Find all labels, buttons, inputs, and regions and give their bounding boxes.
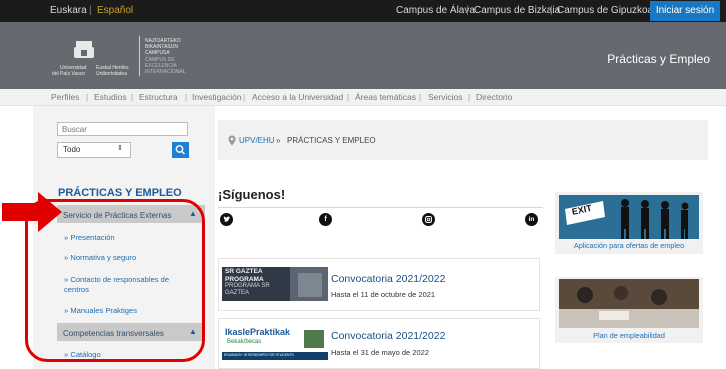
campus-text-6: INTERNACIONAL — [145, 69, 186, 75]
nav-separator: | — [185, 92, 188, 102]
nav-separator: | — [243, 92, 246, 102]
twitter-icon[interactable] — [220, 213, 233, 226]
nav-item-perfiles[interactable]: Perfiles — [51, 92, 79, 103]
breadcrumb-separator: » — [276, 136, 281, 145]
logo-divider — [139, 36, 140, 76]
select-arrows-icon: ⇕ — [117, 145, 123, 152]
follow-divider — [218, 207, 543, 208]
banner-text: GAZTEA — [225, 290, 250, 296]
banner-text: PROGRAMA SR — [225, 283, 270, 289]
university-emblem-icon[interactable] — [73, 38, 95, 62]
sidebar-title: PRÁCTICAS Y EMPLEO — [58, 187, 182, 199]
nav-separator: | — [419, 92, 422, 102]
search-icon — [175, 145, 186, 155]
news-title[interactable]: Convocatoria 2021/2022 — [331, 330, 445, 342]
nav-item-servicios[interactable]: Servicios — [428, 92, 462, 103]
news-date: Hasta el 31 de mayo de 2022 — [331, 348, 429, 357]
breadcrumb-current: PRÁCTICAS Y EMPLEO — [287, 136, 376, 145]
red-highlight-outline — [25, 199, 205, 362]
nav-item-areas-tematicas[interactable]: Áreas temáticas — [355, 92, 416, 103]
breadcrumb-link-upvehu[interactable]: UPV/EHU — [239, 136, 275, 145]
logo-text-mid-2: Unibertsitatea — [96, 71, 127, 77]
nav-item-directorio[interactable]: Directorio — [476, 92, 512, 103]
exit-job-offers-image[interactable] — [559, 195, 699, 239]
language-separator: | — [89, 5, 92, 16]
nav-item-investigacion[interactable]: Investigación — [192, 92, 242, 103]
instagram-icon[interactable] — [422, 213, 435, 226]
language-espanol-link[interactable]: Español — [97, 4, 133, 18]
nav-separator: | — [468, 92, 471, 102]
nav-item-acceso[interactable]: Acceso a la Universidad — [252, 92, 343, 103]
login-button[interactable]: Iniciar sesión — [650, 1, 720, 21]
follow-us-title: ¡Síguenos! — [218, 187, 286, 202]
banner-text: IkaslePraktikak — [225, 327, 291, 337]
campus-text-3: CAMPUSA — [145, 50, 170, 56]
nav-separator: | — [347, 92, 350, 102]
location-pin-icon — [228, 135, 236, 146]
news-date: Hasta el 11 de octubre de 2021 — [331, 290, 436, 299]
banner-text: SR GAZTEA — [225, 268, 263, 275]
campus-gipuzkoa-link[interactable]: Campus de Gipuzkoa — [557, 4, 653, 18]
nav-separator: | — [86, 92, 89, 102]
promo-caption[interactable]: Plan de empleabilidad — [559, 331, 699, 340]
nav-item-estudios[interactable]: Estudios — [94, 92, 127, 103]
search-scope-value: Todo — [63, 145, 81, 154]
logo-text-left-2: del País Vasco — [52, 71, 85, 77]
employability-plan-image[interactable] — [559, 279, 699, 328]
facebook-icon[interactable]: f — [319, 213, 332, 226]
language-euskara-link[interactable]: Euskara — [50, 4, 87, 18]
search-button[interactable] — [172, 142, 189, 158]
campus-separator: | — [466, 5, 469, 16]
promo-caption[interactable]: Aplicación para ofertas de empleo — [559, 241, 699, 250]
linkedin-icon[interactable]: in — [525, 213, 538, 226]
banner-text: Bekak/becas — [227, 339, 262, 345]
campus-bizkaia-link[interactable]: Campus de Bizkaia — [474, 4, 560, 18]
campus-separator: | — [550, 5, 553, 16]
banner-text: ERASMUS+ INTERNSHIPS FOR STUDENTS — [224, 353, 294, 357]
news-title[interactable]: Convocatoria 2021/2022 — [331, 273, 445, 285]
nav-item-estructura[interactable]: Estructura — [139, 92, 178, 103]
site-title[interactable]: Prácticas y Empleo — [607, 52, 710, 66]
nav-separator: | — [131, 92, 134, 102]
campus-alava-link[interactable]: Campus de Álava — [396, 4, 475, 18]
banner-text: PROGRAMA — [225, 276, 264, 283]
search-input[interactable] — [57, 122, 188, 136]
